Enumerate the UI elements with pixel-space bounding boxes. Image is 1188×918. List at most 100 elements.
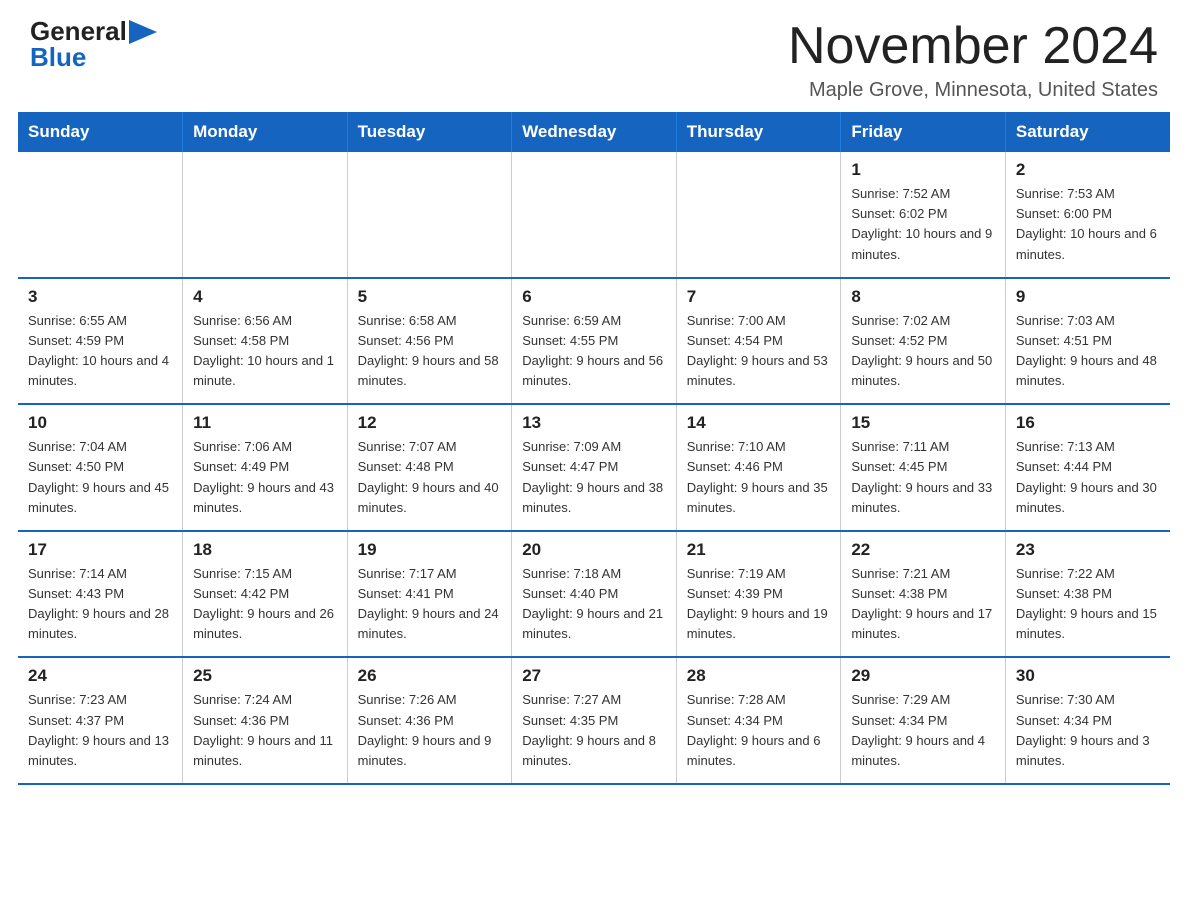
day-number: 24	[28, 666, 172, 686]
day-info: Sunrise: 7:22 AMSunset: 4:38 PMDaylight:…	[1016, 564, 1160, 645]
day-info: Sunrise: 7:52 AMSunset: 6:02 PMDaylight:…	[851, 184, 995, 265]
logo-general-text: General	[30, 18, 127, 44]
day-number: 11	[193, 413, 337, 433]
day-info: Sunrise: 7:07 AMSunset: 4:48 PMDaylight:…	[358, 437, 502, 518]
location-subtitle: Maple Grove, Minnesota, United States	[788, 79, 1158, 102]
day-cell: 7Sunrise: 7:00 AMSunset: 4:54 PMDaylight…	[676, 278, 841, 405]
calendar-wrapper: SundayMondayTuesdayWednesdayThursdayFrid…	[0, 112, 1188, 803]
day-number: 16	[1016, 413, 1160, 433]
day-number: 30	[1016, 666, 1160, 686]
day-info: Sunrise: 6:56 AMSunset: 4:58 PMDaylight:…	[193, 311, 337, 392]
header-day-thursday: Thursday	[676, 112, 841, 152]
day-info: Sunrise: 7:04 AMSunset: 4:50 PMDaylight:…	[28, 437, 172, 518]
day-cell: 21Sunrise: 7:19 AMSunset: 4:39 PMDayligh…	[676, 531, 841, 658]
day-cell: 16 Sunrise: 7:13 AMSunset: 4:44 PMDayligh…	[1005, 404, 1170, 531]
day-info: Sunrise: 7:18 AMSunset: 4:40 PMDaylight:…	[522, 564, 666, 645]
day-cell: 15Sunrise: 7:11 AMSunset: 4:45 PMDayligh…	[841, 404, 1006, 531]
day-info: Sunrise: 6:55 AMSunset: 4:59 PMDaylight:…	[28, 311, 172, 392]
day-number: 3	[28, 287, 172, 307]
day-info: Sunrise: 7:03 AMSunset: 4:51 PMDaylight:…	[1016, 311, 1160, 392]
logo-triangle-icon	[129, 20, 157, 44]
day-cell: 25Sunrise: 7:24 AMSunset: 4:36 PMDayligh…	[183, 657, 348, 784]
week-row-5: 24Sunrise: 7:23 AMSunset: 4:37 PMDayligh…	[18, 657, 1170, 784]
day-info: Sunrise: 7:02 AMSunset: 4:52 PMDaylight:…	[851, 311, 995, 392]
day-number: 27	[522, 666, 666, 686]
day-info: Sunrise: 7:17 AMSunset: 4:41 PMDaylight:…	[358, 564, 502, 645]
day-cell: 14Sunrise: 7:10 AMSunset: 4:46 PMDayligh…	[676, 404, 841, 531]
day-number: 19	[358, 540, 502, 560]
day-number: 17	[28, 540, 172, 560]
week-row-4: 17 Sunrise: 7:14 AMSunset: 4:43 PMDayligh…	[18, 531, 1170, 658]
day-cell: 11 Sunrise: 7:06 AMSunset: 4:49 PMDayligh…	[183, 404, 348, 531]
day-number: 1	[851, 160, 995, 180]
day-info: Sunrise: 6:59 AMSunset: 4:55 PMDaylight:…	[522, 311, 666, 392]
day-info: Sunrise: 7:29 AMSunset: 4:34 PMDaylight:…	[851, 690, 995, 771]
day-number: 13	[522, 413, 666, 433]
header-day-monday: Monday	[183, 112, 348, 152]
day-number: 8	[851, 287, 995, 307]
day-number: 25	[193, 666, 337, 686]
day-cell: 9 Sunrise: 7:03 AMSunset: 4:51 PMDaylight…	[1005, 278, 1170, 405]
day-info: Sunrise: 7:13 AMSunset: 4:44 PMDaylight:…	[1016, 437, 1160, 518]
day-cell: 29 Sunrise: 7:29 AMSunset: 4:34 PMDayligh…	[841, 657, 1006, 784]
day-info: Sunrise: 7:26 AMSunset: 4:36 PMDaylight:…	[358, 690, 502, 771]
day-number: 26	[358, 666, 502, 686]
day-cell	[18, 152, 183, 278]
header-day-tuesday: Tuesday	[347, 112, 512, 152]
calendar-body: 1 Sunrise: 7:52 AMSunset: 6:02 PMDaylight…	[18, 152, 1170, 784]
header-day-friday: Friday	[841, 112, 1006, 152]
day-cell: 1 Sunrise: 7:52 AMSunset: 6:02 PMDaylight…	[841, 152, 1006, 278]
day-info: Sunrise: 7:11 AMSunset: 4:45 PMDaylight:…	[851, 437, 995, 518]
day-number: 5	[358, 287, 502, 307]
day-info: Sunrise: 7:21 AMSunset: 4:38 PMDaylight:…	[851, 564, 995, 645]
title-block: November 2024 Maple Grove, Minnesota, Un…	[788, 18, 1158, 102]
day-info: Sunrise: 7:19 AMSunset: 4:39 PMDaylight:…	[687, 564, 831, 645]
day-cell: 28 Sunrise: 7:28 AMSunset: 4:34 PMDayligh…	[676, 657, 841, 784]
day-cell: 12 Sunrise: 7:07 AMSunset: 4:48 PMDayligh…	[347, 404, 512, 531]
day-cell: 5Sunrise: 6:58 AMSunset: 4:56 PMDaylight…	[347, 278, 512, 405]
day-number: 29	[851, 666, 995, 686]
day-cell: 18Sunrise: 7:15 AMSunset: 4:42 PMDayligh…	[183, 531, 348, 658]
day-cell: 2Sunrise: 7:53 AMSunset: 6:00 PMDaylight…	[1005, 152, 1170, 278]
day-info: Sunrise: 7:14 AMSunset: 4:43 PMDaylight:…	[28, 564, 172, 645]
page-header: General Blue November 2024 Maple Grove, …	[0, 0, 1188, 112]
month-title: November 2024	[788, 18, 1158, 75]
day-info: Sunrise: 7:09 AMSunset: 4:47 PMDaylight:…	[522, 437, 666, 518]
day-number: 22	[851, 540, 995, 560]
header-row: SundayMondayTuesdayWednesdayThursdayFrid…	[18, 112, 1170, 152]
week-row-1: 1 Sunrise: 7:52 AMSunset: 6:02 PMDaylight…	[18, 152, 1170, 278]
day-cell: 8 Sunrise: 7:02 AMSunset: 4:52 PMDaylight…	[841, 278, 1006, 405]
day-number: 9	[1016, 287, 1160, 307]
day-cell: 24Sunrise: 7:23 AMSunset: 4:37 PMDayligh…	[18, 657, 183, 784]
day-number: 23	[1016, 540, 1160, 560]
day-info: Sunrise: 7:27 AMSunset: 4:35 PMDaylight:…	[522, 690, 666, 771]
week-row-2: 3 Sunrise: 6:55 AMSunset: 4:59 PMDaylight…	[18, 278, 1170, 405]
day-info: Sunrise: 7:06 AMSunset: 4:49 PMDaylight:…	[193, 437, 337, 518]
day-number: 10	[28, 413, 172, 433]
calendar-table: SundayMondayTuesdayWednesdayThursdayFrid…	[18, 112, 1170, 785]
day-cell	[676, 152, 841, 278]
header-day-sunday: Sunday	[18, 112, 183, 152]
day-cell: 22 Sunrise: 7:21 AMSunset: 4:38 PMDayligh…	[841, 531, 1006, 658]
day-info: Sunrise: 7:00 AMSunset: 4:54 PMDaylight:…	[687, 311, 831, 392]
day-info: Sunrise: 7:30 AMSunset: 4:34 PMDaylight:…	[1016, 690, 1160, 771]
day-cell: 30 Sunrise: 7:30 AMSunset: 4:34 PMDayligh…	[1005, 657, 1170, 784]
day-cell	[512, 152, 677, 278]
day-cell: 3 Sunrise: 6:55 AMSunset: 4:59 PMDaylight…	[18, 278, 183, 405]
day-cell	[183, 152, 348, 278]
calendar-header: SundayMondayTuesdayWednesdayThursdayFrid…	[18, 112, 1170, 152]
day-cell	[347, 152, 512, 278]
day-cell: 13 Sunrise: 7:09 AMSunset: 4:47 PMDayligh…	[512, 404, 677, 531]
day-cell: 23 Sunrise: 7:22 AMSunset: 4:38 PMDayligh…	[1005, 531, 1170, 658]
logo: General Blue	[30, 18, 157, 70]
day-number: 12	[358, 413, 502, 433]
day-number: 6	[522, 287, 666, 307]
day-number: 28	[687, 666, 831, 686]
day-info: Sunrise: 7:28 AMSunset: 4:34 PMDaylight:…	[687, 690, 831, 771]
day-cell: 17 Sunrise: 7:14 AMSunset: 4:43 PMDayligh…	[18, 531, 183, 658]
day-cell: 10 Sunrise: 7:04 AMSunset: 4:50 PMDayligh…	[18, 404, 183, 531]
header-day-saturday: Saturday	[1005, 112, 1170, 152]
day-number: 2	[1016, 160, 1160, 180]
day-info: Sunrise: 7:10 AMSunset: 4:46 PMDaylight:…	[687, 437, 831, 518]
day-info: Sunrise: 7:15 AMSunset: 4:42 PMDaylight:…	[193, 564, 337, 645]
